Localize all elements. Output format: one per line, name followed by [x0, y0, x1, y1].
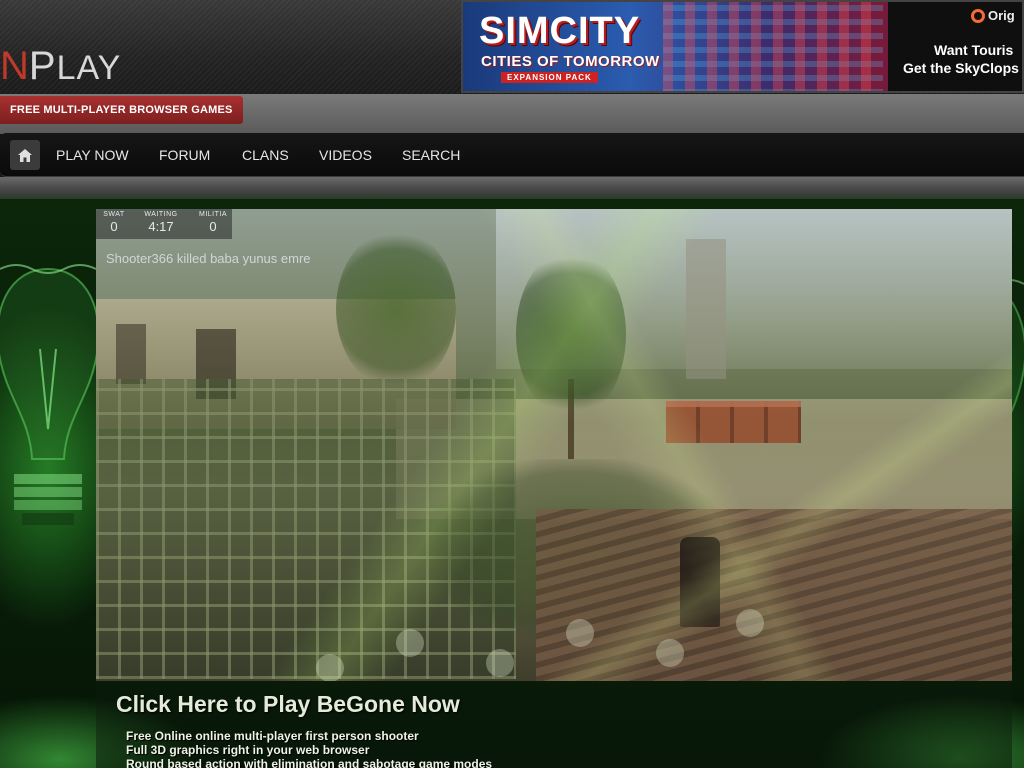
nav-videos[interactable]: VIDEOS [319, 133, 372, 177]
ad-pack-label: EXPANSION PACK [501, 72, 598, 83]
nav-home-button[interactable] [10, 140, 40, 170]
nav-clans[interactable]: CLANS [242, 133, 289, 177]
game-screenshot[interactable] [96, 209, 1012, 681]
ad-title: SIMCITY [479, 10, 641, 52]
ad-brand: Orig [971, 8, 1015, 23]
lightbulb-left-icon [0, 264, 96, 525]
feature-item: Free Online online multi-player first pe… [126, 729, 419, 743]
feature-item: Round based action with elimination and … [126, 757, 493, 768]
play-now-link[interactable]: Click Here to Play BeGone Now [116, 691, 460, 718]
ad-text-line-1: Want Touris [934, 42, 1014, 58]
nav-play-now[interactable]: PLAY NOW [56, 133, 129, 177]
nav-underline-band [0, 177, 1024, 199]
hud-team-militia: MILITIA 0 [198, 211, 227, 234]
nav-forum[interactable]: FORUM [159, 133, 210, 177]
feature-item: Full 3D graphics right in your web brows… [126, 743, 370, 757]
ad-text-line-2: Get the SkyClops [903, 60, 1019, 76]
logo-letter-n: N [0, 44, 29, 88]
main-nav: PLAY NOW FORUM CLANS VIDEOS SEARCH [0, 133, 1024, 177]
game-hud-scoreboard: SWAT 0 WAITING 4:17 MILITIA 0 [96, 209, 232, 239]
site-tagline: FREE MULTI-PLAYER BROWSER GAMES [0, 96, 243, 124]
ad-subtitle: CITIES OF TOMORROW [481, 53, 660, 70]
game-stage: SWAT 0 WAITING 4:17 MILITIA 0 Shooter366… [0, 199, 1024, 768]
banner-ad[interactable]: SIMCITY CITIES OF TOMORROW EXPANSION PAC… [461, 0, 1024, 93]
logo-wordmark: PLAY [28, 44, 122, 88]
hud-timer: WAITING 4:17 [144, 211, 178, 234]
hud-team-swat: SWAT 0 [103, 211, 125, 234]
nav-search[interactable]: SEARCH [402, 133, 460, 177]
home-icon [18, 148, 32, 162]
origin-logo-icon [971, 8, 985, 23]
ad-city-scene [663, 2, 883, 91]
ad-side-panel: Orig Want Touris Get the SkyClops [888, 2, 1022, 91]
game-killfeed: Shooter366 killed baba yunus emre [106, 251, 311, 266]
site-header: N PLAY SIMCITY CITIES OF TOMORROW EXPANSI… [0, 0, 1024, 96]
play-cta-panel: Click Here to Play BeGone Now Free Onlin… [96, 681, 1012, 768]
site-logo[interactable]: N PLAY [0, 46, 121, 94]
feature-list: Free Online online multi-player first pe… [126, 729, 492, 768]
